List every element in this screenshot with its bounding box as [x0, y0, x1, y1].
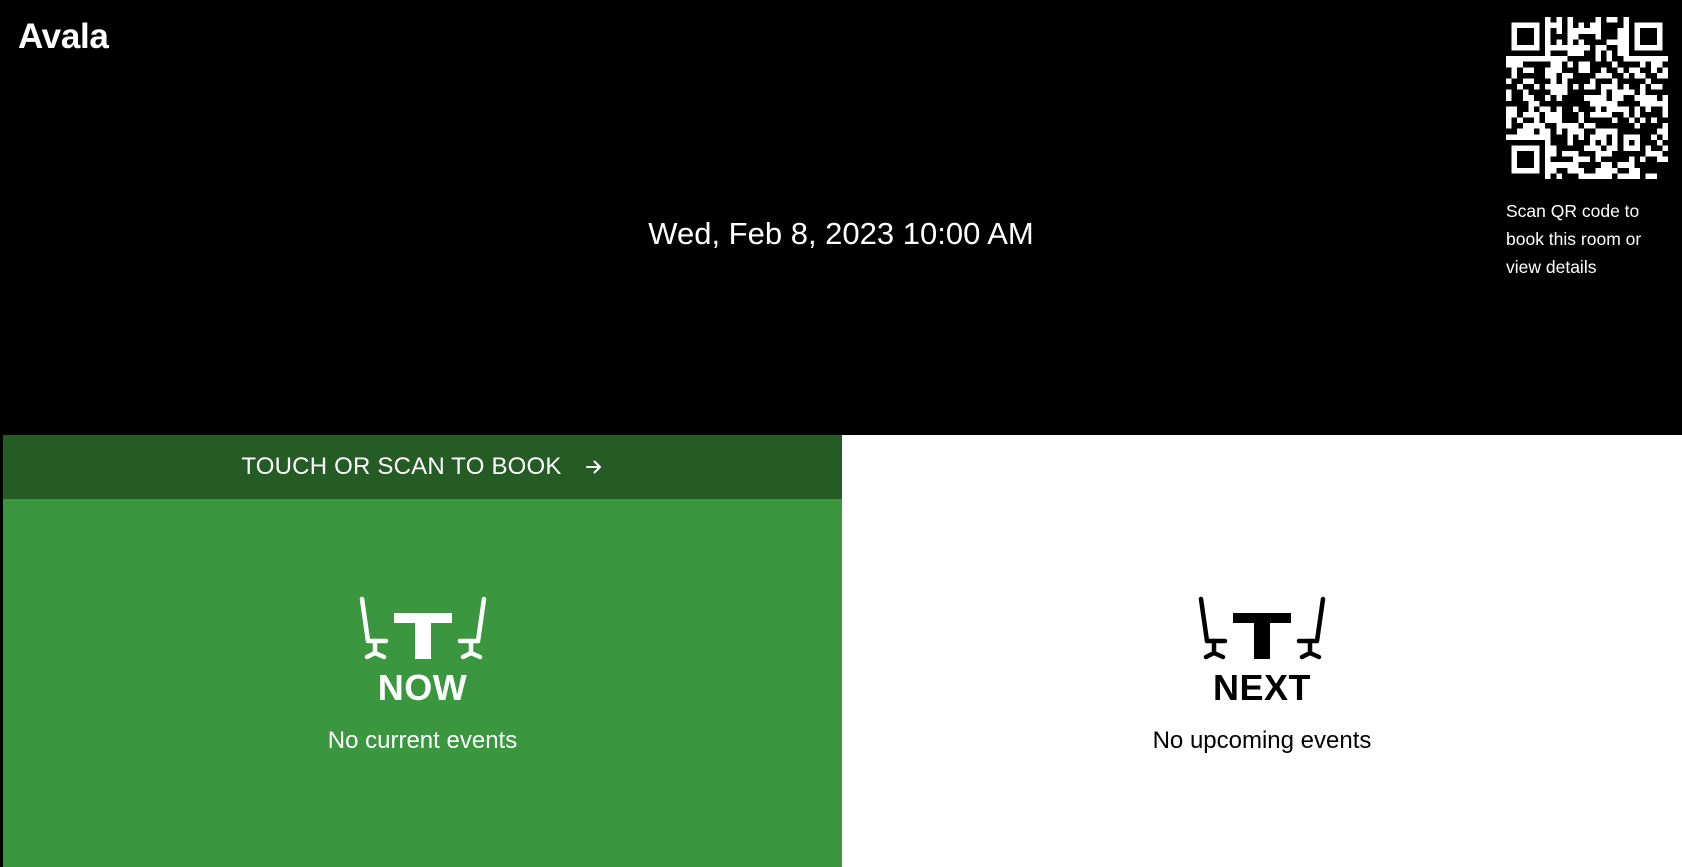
next-label: NEXT [1212, 667, 1311, 708]
meeting-room-icon [1198, 596, 1326, 660]
status-area: TOUCH OR SCAN TO BOOK NOW No current eve… [3, 435, 1682, 867]
now-panel[interactable]: TOUCH OR SCAN TO BOOK NOW No current eve… [3, 435, 842, 867]
now-label: NOW [377, 667, 468, 708]
room-name: Avala [18, 17, 109, 56]
meeting-room-icon [359, 596, 486, 660]
now-events-text: No current events [327, 727, 518, 754]
current-datetime: Wed, Feb 8, 2023 10:00 AM [648, 216, 1034, 251]
next-panel: NEXT No upcoming events [842, 435, 1682, 867]
next-status: NEXT No upcoming events [842, 591, 1682, 755]
arrow-right-icon [584, 457, 604, 477]
qr-code-icon[interactable] [1506, 17, 1668, 179]
now-status: NOW No current events [3, 591, 842, 755]
next-events-text: No upcoming events [1152, 727, 1372, 754]
room-display: Avala Scan QR code to book this room or … [0, 0, 1682, 867]
book-button[interactable]: TOUCH OR SCAN TO BOOK [3, 435, 842, 499]
book-button-label: TOUCH OR SCAN TO BOOK [241, 453, 562, 480]
